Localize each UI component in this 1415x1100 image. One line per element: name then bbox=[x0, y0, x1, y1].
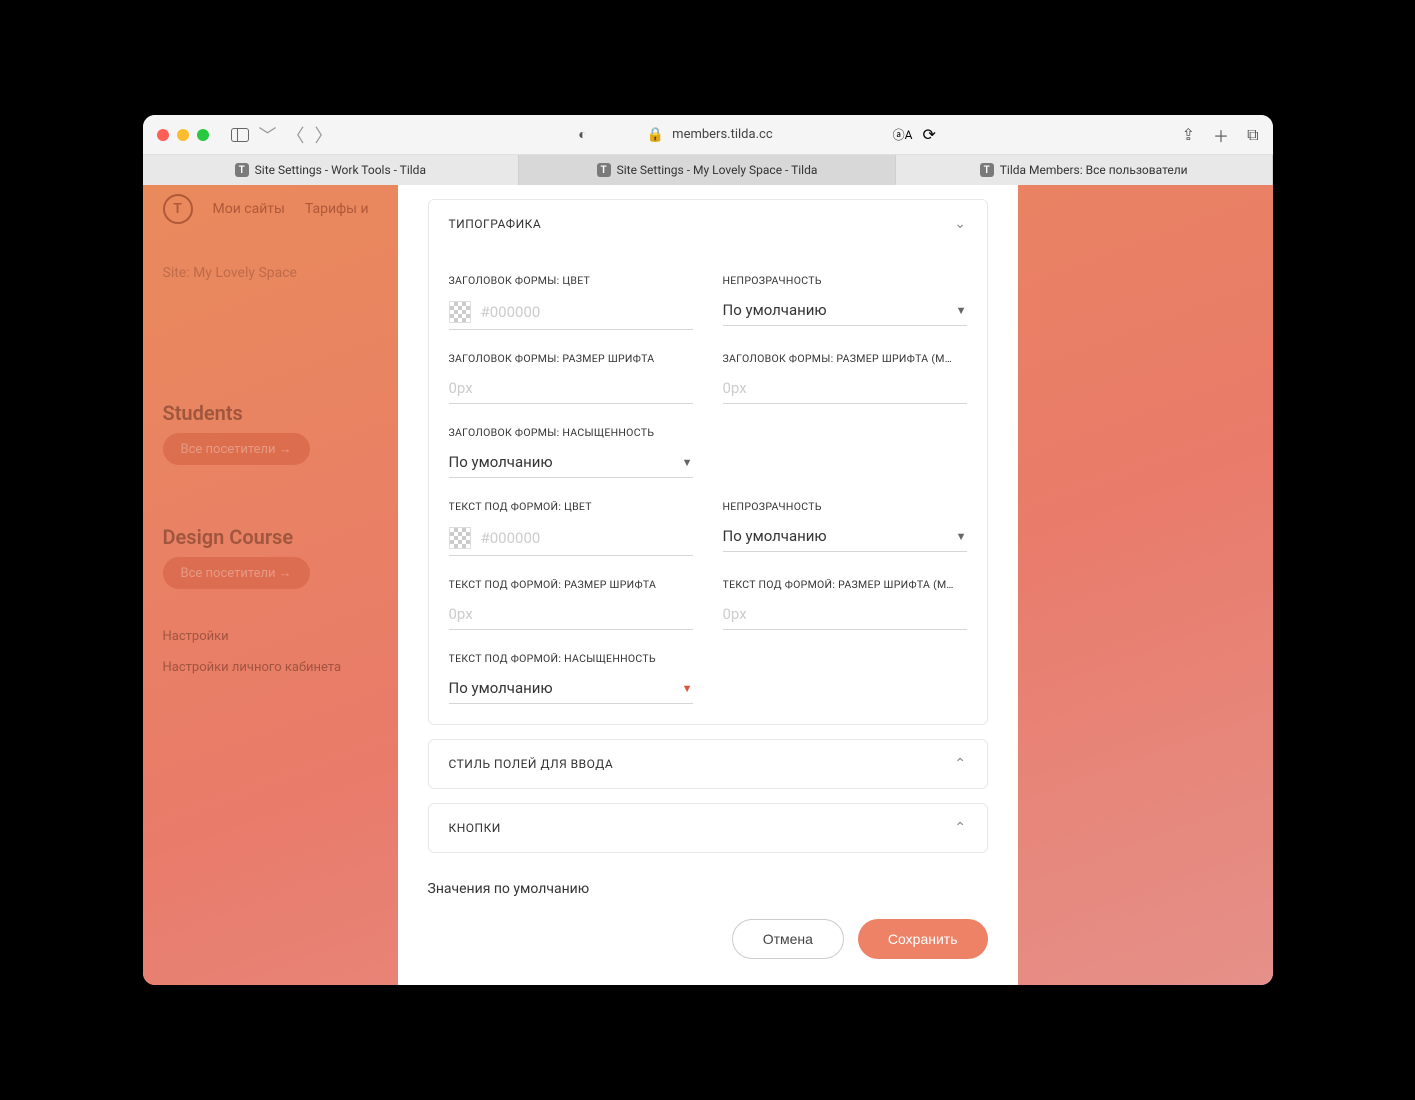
share-icon[interactable]: ⇪ bbox=[1182, 125, 1195, 144]
select-value: По умолчанию bbox=[723, 527, 827, 545]
bg-link-settings: Настройки bbox=[163, 629, 403, 644]
tab-label: Tilda Members: Все пользователи bbox=[1000, 163, 1188, 177]
bg-site-title: Site: My Lovely Space bbox=[163, 265, 403, 281]
lock-icon: 🔒 bbox=[647, 127, 664, 143]
opacity-select[interactable]: По умолчанию ▼ bbox=[723, 295, 967, 326]
form-title-weight-select[interactable]: По умолчанию ▼ bbox=[449, 447, 693, 478]
section-title: ТИПОГРАФИКА bbox=[449, 217, 542, 231]
input-placeholder: 0px bbox=[723, 605, 747, 623]
save-button[interactable]: Сохранить bbox=[858, 919, 988, 959]
url-text: members.tilda.cc bbox=[672, 127, 772, 142]
caret-down-icon: ▼ bbox=[956, 304, 967, 317]
browser-tab[interactable]: T Site Settings - Work Tools - Tilda bbox=[143, 155, 520, 185]
bg-design-heading: Design Course bbox=[163, 525, 403, 549]
section-input-style: СТИЛЬ ПОЛЕЙ ДЛЯ ВВОДА ⌃ bbox=[428, 739, 988, 789]
nav-forward-button[interactable]: 〉 bbox=[315, 122, 333, 148]
input-placeholder: 0px bbox=[723, 379, 747, 397]
tilda-logo-icon: T bbox=[163, 194, 193, 224]
maximize-window-button[interactable] bbox=[197, 129, 209, 141]
section-title: КНОПКИ bbox=[449, 821, 501, 835]
bg-sidebar: Site: My Lovely Space Students Все посет… bbox=[163, 265, 403, 675]
browser-titlebar: ﹀ 〈 〉 ◐ 🔒 members.tilda.cc ⓐA ⟳ ⇪ ＋ ⧉ bbox=[143, 115, 1273, 155]
section-title: СТИЛЬ ПОЛЕЙ ДЛЯ ВВОДА bbox=[449, 757, 614, 771]
field-label: ТЕКСТ ПОД ФОРМОЙ: РАЗМЕР ШРИФТА bbox=[449, 578, 693, 591]
nav-tariffs: Тарифы и bbox=[305, 201, 369, 217]
field-label: ЗАГОЛОВОК ФОРМЫ: РАЗМЕР ШРИФТА bbox=[449, 352, 693, 365]
chevron-up-icon: ⌃ bbox=[954, 756, 966, 772]
bg-students-button: Все посетители → bbox=[163, 433, 310, 465]
color-swatch-icon bbox=[449, 301, 471, 323]
under-text-size-mobile-input[interactable]: 0px bbox=[723, 599, 967, 630]
cancel-button[interactable]: Отмена bbox=[732, 919, 844, 959]
traffic-lights bbox=[157, 129, 209, 141]
nav-mysites: Мои сайты bbox=[213, 201, 285, 217]
field-label: ЗАГОЛОВОК ФОРМЫ: ЦВЕТ bbox=[449, 274, 693, 287]
field-label: НЕПРОЗРАЧНОСТЬ bbox=[723, 274, 967, 287]
tab-label: Site Settings - My Lovely Space - Tilda bbox=[617, 163, 818, 177]
minimize-window-button[interactable] bbox=[177, 129, 189, 141]
chevron-down-icon[interactable]: ﹀ bbox=[259, 122, 277, 148]
form-title-size-input[interactable]: 0px bbox=[449, 373, 693, 404]
field-label: ТЕКСТ ПОД ФОРМОЙ: РАЗМЕР ШРИФТА (М… bbox=[723, 578, 967, 591]
under-text-color-input[interactable]: #000000 bbox=[449, 521, 693, 556]
sidebar-toggle-icon[interactable] bbox=[231, 128, 249, 142]
input-placeholder: #000000 bbox=[481, 529, 541, 547]
favicon-icon: T bbox=[980, 163, 994, 177]
address-bar[interactable]: 🔒 members.tilda.cc bbox=[647, 127, 773, 143]
field-label: ТЕКСТ ПОД ФОРМОЙ: НАСЫЩЕННОСТЬ bbox=[449, 652, 693, 665]
close-window-button[interactable] bbox=[157, 129, 169, 141]
select-value: По умолчанию bbox=[723, 301, 827, 319]
section-typography: ТИПОГРАФИКА ⌄ ЗАГОЛОВОК ФОРМЫ: ЦВЕТ #000… bbox=[428, 199, 988, 725]
browser-tab[interactable]: T Tilda Members: Все пользователи bbox=[896, 155, 1273, 185]
section-header-typography[interactable]: ТИПОГРАФИКА ⌄ bbox=[429, 200, 987, 248]
under-text-weight-select[interactable]: По умолчанию ▼ bbox=[449, 673, 693, 704]
input-placeholder: 0px bbox=[449, 379, 473, 397]
bg-students-heading: Students bbox=[163, 401, 403, 425]
caret-down-icon: ▼ bbox=[682, 682, 693, 695]
select-value: По умолчанию bbox=[449, 679, 553, 697]
section-header-buttons[interactable]: КНОПКИ ⌃ bbox=[429, 804, 987, 852]
under-text-size-input[interactable]: 0px bbox=[449, 599, 693, 630]
form-title-color-input[interactable]: #000000 bbox=[449, 295, 693, 330]
chevron-down-icon: ⌄ bbox=[954, 216, 966, 232]
bg-design-button: Все посетители → bbox=[163, 557, 310, 589]
browser-tab[interactable]: T Site Settings - My Lovely Space - Tild… bbox=[519, 155, 896, 185]
caret-down-icon: ▼ bbox=[956, 530, 967, 543]
favicon-icon: T bbox=[597, 163, 611, 177]
modal-footer: Отмена Сохранить bbox=[398, 899, 1018, 985]
form-title-size-mobile-input[interactable]: 0px bbox=[723, 373, 967, 404]
browser-window: ﹀ 〈 〉 ◐ 🔒 members.tilda.cc ⓐA ⟳ ⇪ ＋ ⧉ T … bbox=[143, 115, 1273, 985]
browser-tabstrip: T Site Settings - Work Tools - Tilda T S… bbox=[143, 155, 1273, 185]
shield-icon[interactable]: ◐ bbox=[578, 126, 586, 143]
translate-icon[interactable]: ⓐA bbox=[893, 126, 913, 143]
field-label: ЗАГОЛОВОК ФОРМЫ: НАСЫЩЕННОСТЬ bbox=[449, 426, 693, 439]
tabs-overview-icon[interactable]: ⧉ bbox=[1247, 125, 1258, 145]
field-label: ТЕКСТ ПОД ФОРМОЙ: ЦВЕТ bbox=[449, 500, 693, 513]
input-placeholder: 0px bbox=[449, 605, 473, 623]
field-label: НЕПРОЗРАЧНОСТЬ bbox=[723, 500, 967, 513]
section-buttons: КНОПКИ ⌃ bbox=[428, 803, 988, 853]
defaults-link[interactable]: Значения по умолчанию bbox=[428, 881, 988, 897]
opacity-select-2[interactable]: По умолчанию ▼ bbox=[723, 521, 967, 552]
chevron-up-icon: ⌃ bbox=[954, 820, 966, 836]
caret-down-icon: ▼ bbox=[682, 456, 693, 469]
section-header-input-style[interactable]: СТИЛЬ ПОЛЕЙ ДЛЯ ВВОДА ⌃ bbox=[429, 740, 987, 788]
color-swatch-icon bbox=[449, 527, 471, 549]
bg-link-cabinet: Настройки личного кабинета bbox=[163, 660, 403, 675]
new-tab-button[interactable]: ＋ bbox=[1213, 123, 1229, 147]
nav-back-button[interactable]: 〈 bbox=[287, 122, 305, 148]
app-body: T Мои сайты Тарифы и Site: My Lovely Spa… bbox=[143, 185, 1273, 985]
reload-icon[interactable]: ⟳ bbox=[922, 125, 935, 144]
tab-label: Site Settings - Work Tools - Tilda bbox=[255, 163, 426, 177]
input-placeholder: #000000 bbox=[481, 303, 541, 321]
field-label: ЗАГОЛОВОК ФОРМЫ: РАЗМЕР ШРИФТА (М… bbox=[723, 352, 967, 365]
select-value: По умолчанию bbox=[449, 453, 553, 471]
favicon-icon: T bbox=[235, 163, 249, 177]
settings-modal: ТИПОГРАФИКА ⌄ ЗАГОЛОВОК ФОРМЫ: ЦВЕТ #000… bbox=[398, 185, 1018, 985]
